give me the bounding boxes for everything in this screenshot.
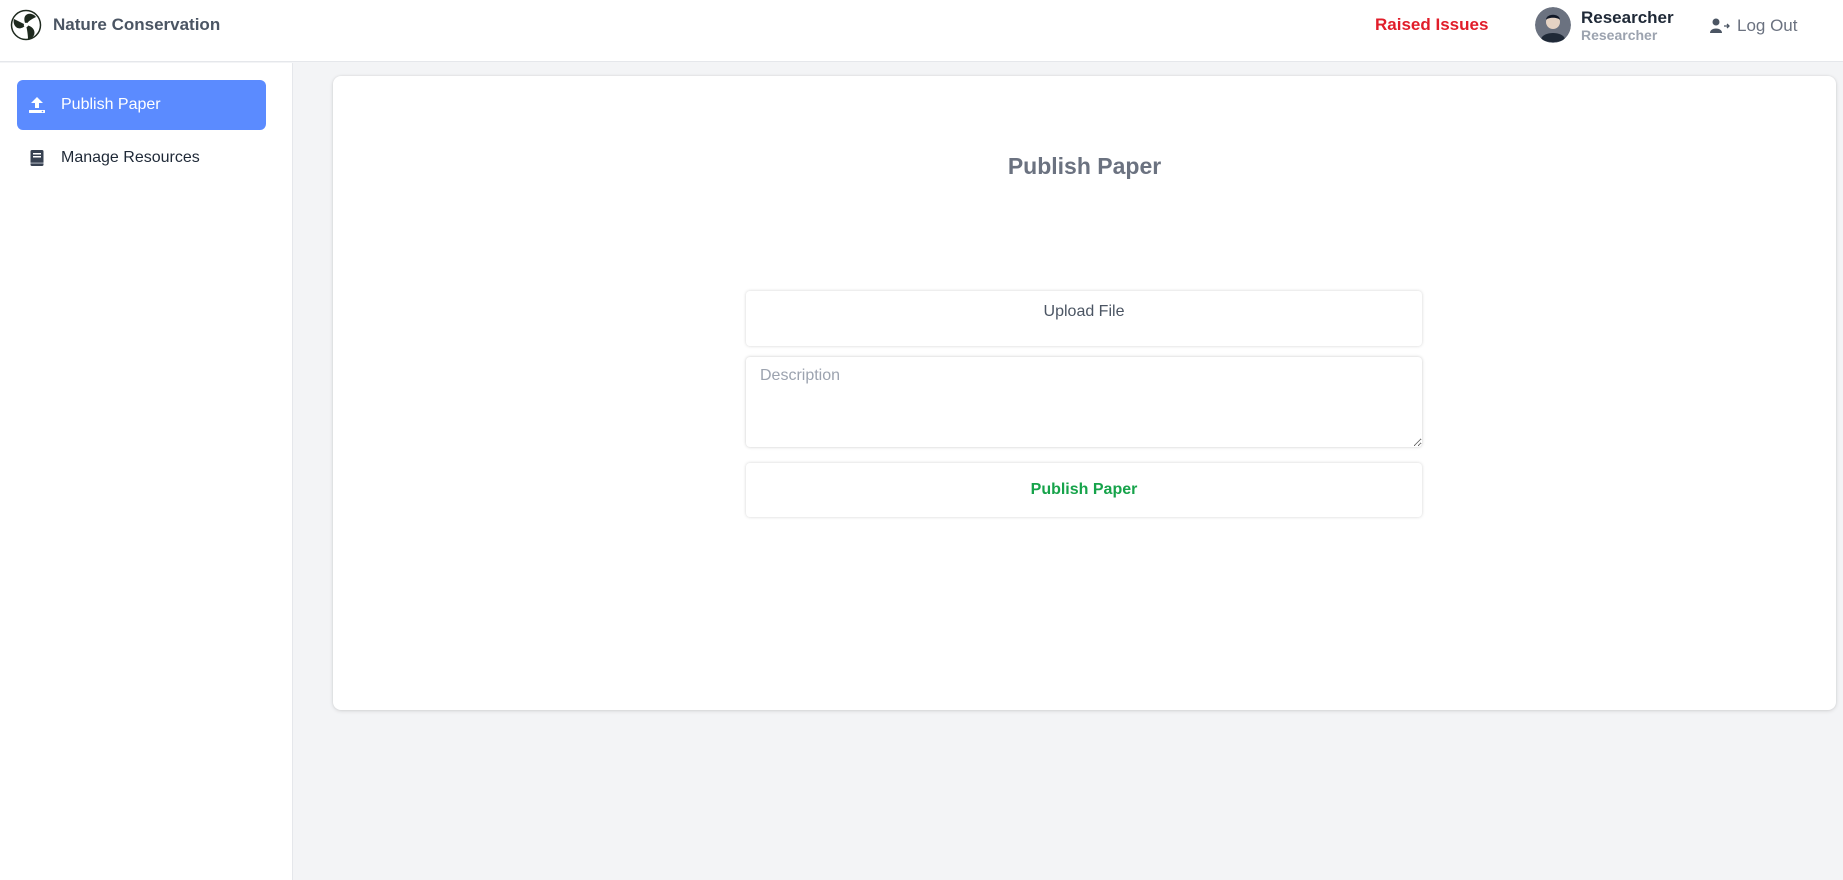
page-title: Publish Paper [1007, 153, 1162, 179]
sidebar-item-manage-resources[interactable]: Manage Resources [17, 133, 266, 183]
sidebar: Publish Paper Manage Resources [0, 63, 293, 880]
upload-icon [29, 97, 45, 113]
leaf-logo-icon [10, 9, 42, 41]
logout-button[interactable]: Log Out [1710, 16, 1798, 36]
raised-issues-link[interactable]: Raised Issues [1375, 15, 1488, 35]
avatar [1535, 7, 1571, 43]
upload-file-button[interactable]: Upload File [746, 291, 1422, 346]
brand[interactable]: Nature Conservation [10, 9, 220, 41]
logout-label: Log Out [1737, 16, 1798, 35]
user-role: Researcher [1581, 26, 1658, 43]
publish-paper-button[interactable]: Publish Paper [746, 463, 1422, 517]
top-bar: Nature Conservation Raised Issues Resear… [0, 0, 1843, 62]
sidebar-item-label: Publish Paper [61, 96, 161, 113]
user-logout-icon [1710, 18, 1730, 33]
user-name: Researcher [1581, 7, 1674, 27]
book-icon [30, 150, 44, 166]
description-field[interactable] [746, 357, 1422, 447]
user-profile[interactable]: Researcher Researcher [1535, 7, 1674, 43]
brand-name: Nature Conservation [53, 15, 221, 34]
publish-paper-card: Publish Paper Upload File Publish Paper [333, 76, 1836, 710]
sidebar-item-publish-paper[interactable]: Publish Paper [17, 80, 266, 130]
sidebar-item-label: Manage Resources [61, 149, 200, 166]
